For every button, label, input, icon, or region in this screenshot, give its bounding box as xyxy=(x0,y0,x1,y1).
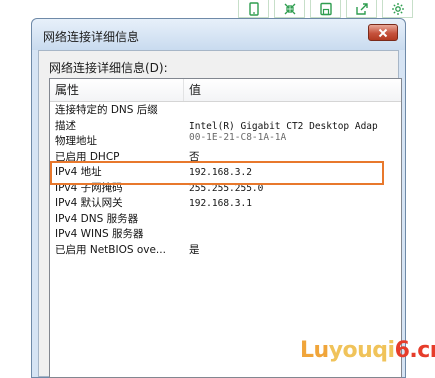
phone-icon[interactable] xyxy=(238,0,269,18)
shrink-icon[interactable] xyxy=(274,0,305,18)
save-icon[interactable] xyxy=(310,0,341,18)
close-button[interactable] xyxy=(368,24,398,41)
row-value: 192.168.3.1 xyxy=(189,198,252,209)
watermark-logo: Luyouqi6.cn xyxy=(300,338,435,363)
row-value xyxy=(184,103,401,119)
list-row[interactable]: IPv4 子网掩码 255.255.255.0 xyxy=(50,181,401,197)
row-property: IPv4 地址 xyxy=(55,166,102,178)
dialog-client-area: 网络连接详细信息(D): 属性 值 连接特定的 DNS 后缀 描述 Intel(… xyxy=(38,50,402,378)
row-value: 192.168.3.2 xyxy=(189,167,252,178)
row-value xyxy=(184,212,401,228)
list-header: 属性 值 xyxy=(50,79,401,102)
row-property: IPv4 DNS 服务器 xyxy=(55,212,139,225)
details-list-label: 网络连接详细信息(D): xyxy=(49,61,168,75)
row-property: IPv4 子网掩码 xyxy=(55,181,123,194)
list-row[interactable]: IPv4 默认网关 192.168.3.1 xyxy=(50,196,401,212)
list-row[interactable]: IPv4 WINS 服务器 xyxy=(50,227,401,243)
column-header-property[interactable]: 属性 xyxy=(50,79,184,101)
list-row[interactable]: 已启用 DHCP 否 xyxy=(50,150,401,166)
share-icon[interactable] xyxy=(346,0,377,18)
row-value: 255.255.255.0 xyxy=(189,182,264,194)
list-row[interactable]: IPv4 DNS 服务器 xyxy=(50,212,401,228)
row-property: 已启用 NetBIOS ove... xyxy=(55,243,166,256)
close-icon xyxy=(378,28,388,37)
list-row-ipv4-address[interactable]: IPv4 地址 192.168.3.2 xyxy=(50,165,401,181)
row-property: IPv4 WINS 服务器 xyxy=(55,228,144,240)
row-value: 否 xyxy=(189,150,200,163)
list-rows: 连接特定的 DNS 后缀 描述 Intel(R) Gigabit CT2 Des… xyxy=(50,102,401,258)
list-row[interactable]: 物理地址 00-1E-21-C8-1A-1A xyxy=(50,132,401,150)
row-property: 物理地址 xyxy=(55,135,97,147)
row-property: 描述 xyxy=(55,119,76,132)
row-value: 是 xyxy=(189,243,200,256)
row-property: 连接特定的 DNS 后缀 xyxy=(55,104,158,116)
list-row[interactable]: 连接特定的 DNS 后缀 xyxy=(50,103,401,119)
row-value xyxy=(184,227,401,243)
row-property: IPv4 默认网关 xyxy=(55,197,123,209)
row-property: 已启用 DHCP xyxy=(55,150,120,163)
list-row[interactable]: 已启用 NetBIOS ove... 是 xyxy=(50,243,401,259)
dialog-title: 网络连接详细信息 xyxy=(43,30,140,44)
dialog-titlebar[interactable]: 网络连接详细信息 xyxy=(32,19,405,50)
column-header-value[interactable]: 值 xyxy=(184,79,401,101)
network-details-dialog: 网络连接详细信息 网络连接详细信息(D): 属性 值 连接特定的 DNS 后缀 … xyxy=(31,18,406,378)
details-list[interactable]: 属性 值 连接特定的 DNS 后缀 描述 Intel(R) Gigabit CT… xyxy=(49,78,402,378)
top-toolbar xyxy=(238,0,413,18)
row-value: 00-1E-21-C8-1A-1A xyxy=(189,132,287,143)
gear-icon[interactable] xyxy=(382,0,413,18)
